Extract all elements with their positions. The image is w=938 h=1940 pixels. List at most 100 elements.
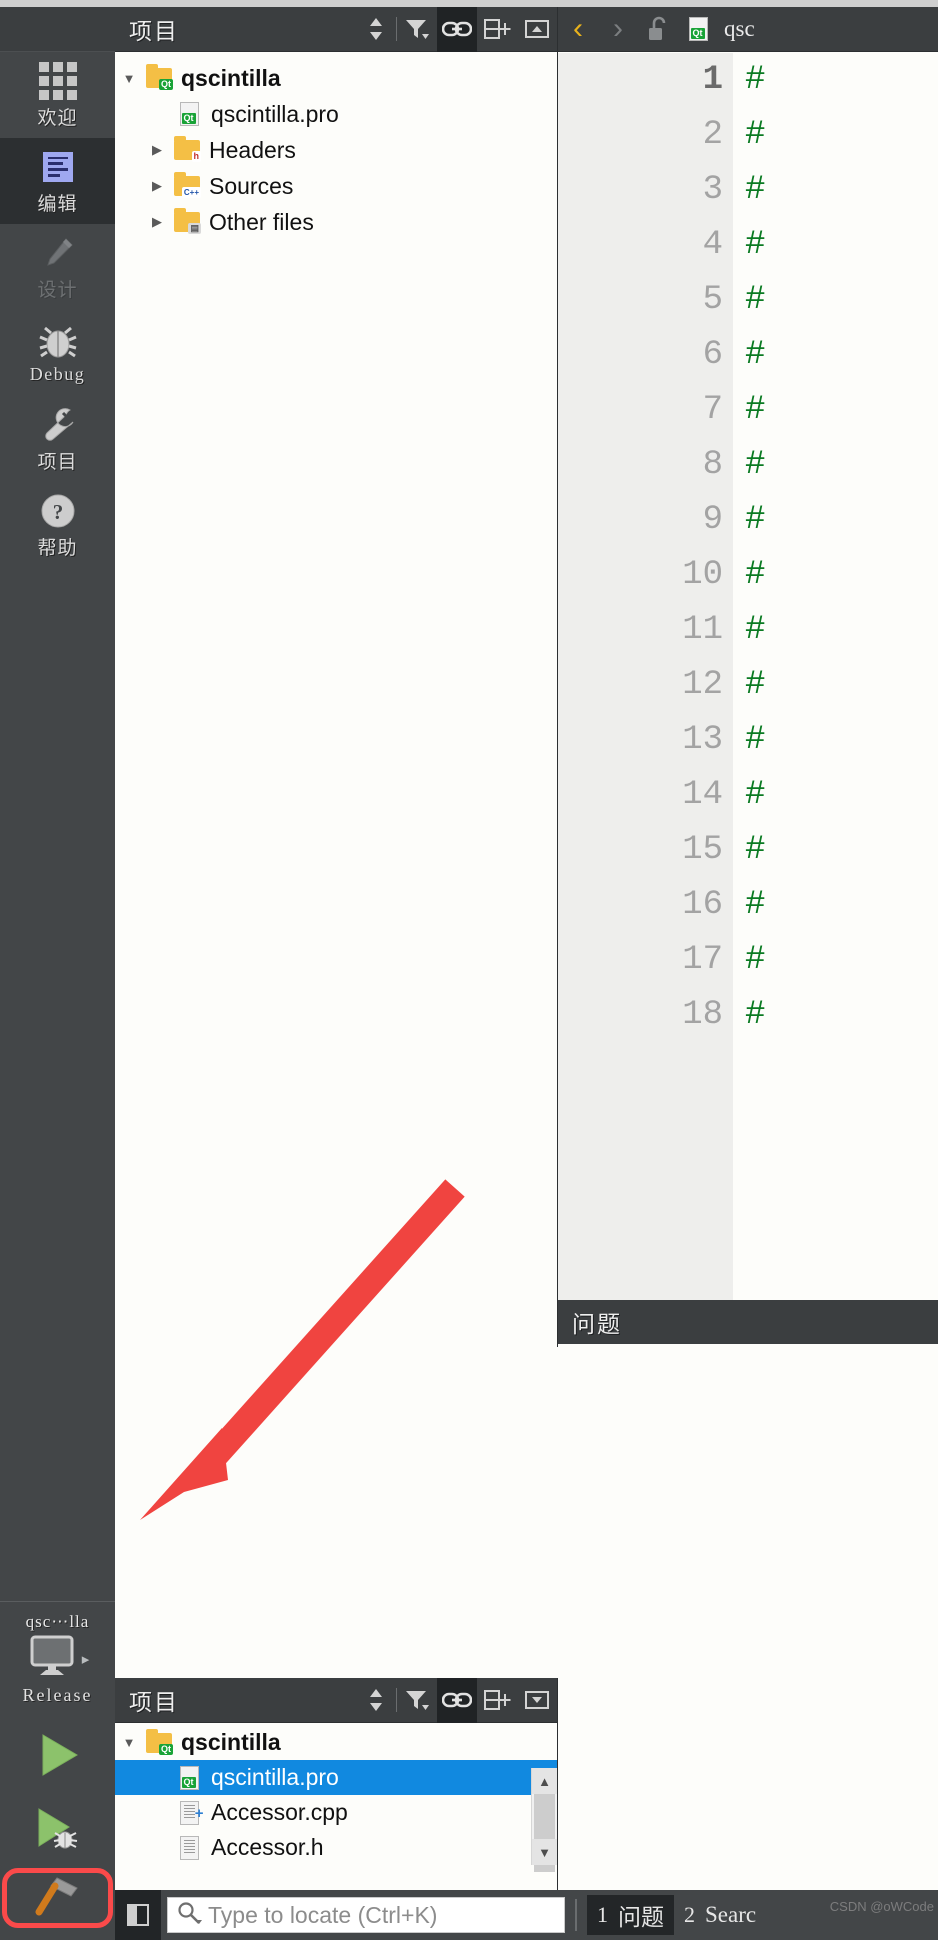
line-number: 7 bbox=[702, 391, 723, 429]
svg-text:?: ? bbox=[52, 500, 63, 524]
green-play-with-bug-icon bbox=[31, 1806, 85, 1857]
line-number: 9 bbox=[702, 501, 723, 539]
code-line: # bbox=[745, 116, 766, 154]
up-down-arrows-icon[interactable] bbox=[356, 1678, 396, 1723]
tree-item-label: Sources bbox=[209, 172, 294, 199]
sidebar-item-projects[interactable]: 项目 bbox=[0, 396, 115, 482]
tree-item-pro-file[interactable]: Qt qscintilla.pro bbox=[115, 1760, 557, 1795]
line-number: 13 bbox=[682, 721, 723, 759]
file-cpp-icon: + bbox=[173, 1800, 205, 1825]
scroll-up-button[interactable]: ▲ bbox=[532, 1768, 557, 1794]
watermark: CSDN @oWCode bbox=[829, 1899, 934, 1914]
chevron-down-icon[interactable]: ▼ bbox=[115, 71, 143, 86]
sidebar-item-welcome[interactable]: 欢迎 bbox=[0, 52, 115, 138]
editor-toolbar: ‹ › Qt qsc bbox=[558, 7, 938, 52]
line-number: 12 bbox=[682, 666, 723, 704]
debug-button[interactable] bbox=[0, 1794, 115, 1868]
code-line: # bbox=[745, 336, 766, 374]
chain-link-icon[interactable] bbox=[437, 1677, 477, 1723]
code-line: # bbox=[745, 886, 766, 924]
up-down-arrows-icon[interactable] bbox=[356, 7, 396, 52]
code-line: # bbox=[745, 281, 766, 319]
sidebar-item-design[interactable]: 设计 bbox=[0, 224, 115, 310]
search-input[interactable]: Type to locate (Ctrl+K) bbox=[167, 1897, 565, 1933]
line-number: 17 bbox=[682, 941, 723, 979]
statusbar-pane-issues[interactable]: 1 问题 bbox=[587, 1895, 674, 1935]
filter-funnel-icon[interactable] bbox=[397, 1678, 437, 1723]
split-plus-icon[interactable] bbox=[477, 7, 517, 52]
sidebar-item-edit[interactable]: 编辑 bbox=[0, 138, 115, 224]
line-number: 4 bbox=[702, 226, 723, 264]
code-line: # bbox=[745, 446, 766, 484]
chevron-down-icon[interactable]: ▼ bbox=[115, 1735, 143, 1750]
code-line: # bbox=[745, 721, 766, 759]
close-split-icon[interactable] bbox=[517, 7, 557, 52]
close-split-icon[interactable] bbox=[517, 1678, 557, 1723]
kit-project-name: qsc⋯lla bbox=[25, 1612, 90, 1631]
statusbar-pane-search[interactable]: 2 Searc bbox=[674, 1895, 766, 1935]
sidebar-item-label: Debug bbox=[29, 363, 86, 384]
project-tree: ▼ Qt qscintilla Qt qscintilla.pro ▶ h He… bbox=[115, 52, 557, 240]
filter-funnel-icon[interactable] bbox=[397, 7, 437, 52]
sidebar-toggle-icon[interactable] bbox=[115, 1890, 161, 1940]
line-number: 1 bbox=[702, 61, 723, 99]
line-number: 2 bbox=[702, 116, 723, 154]
tree-item-label: Accessor.h bbox=[211, 1834, 324, 1860]
folder-h-icon: h bbox=[171, 136, 203, 162]
scroll-down-button[interactable]: ▼ bbox=[532, 1839, 557, 1865]
tree-item-label: qscintilla.pro bbox=[211, 100, 339, 127]
mode-selector-sidebar: 欢迎 编辑 设计 Debug 项目 ? 帮助 qsc⋯lla ▸ Release bbox=[0, 7, 115, 1940]
code-lines[interactable]: # # # # # # # # # # # # # # # # # # bbox=[733, 53, 938, 1300]
code-editor: ‹ › Qt qsc 1 2 3 4 5 6 7 8 9 10 11 12 13… bbox=[558, 7, 938, 1300]
chevron-right-icon[interactable]: ▶ bbox=[143, 214, 171, 230]
code-area[interactable]: 1 2 3 4 5 6 7 8 9 10 11 12 13 14 15 16 1… bbox=[558, 53, 938, 1300]
line-number: 3 bbox=[702, 171, 723, 209]
folder-cpp-icon: C++ bbox=[171, 172, 203, 198]
chain-link-icon[interactable] bbox=[437, 6, 477, 52]
bug-icon bbox=[38, 322, 77, 362]
folder-other-icon: ▤ bbox=[171, 208, 203, 234]
chevron-right-icon[interactable]: ▶ bbox=[143, 178, 171, 194]
kit-target-row[interactable]: ▸ bbox=[0, 1634, 115, 1683]
project-tree-bottom: ▼ Qt qscintilla Qt qscintilla.pro + Acce… bbox=[115, 1723, 557, 1872]
unlocked-padlock-icon[interactable] bbox=[638, 7, 678, 52]
navigate-back-icon[interactable]: ‹ bbox=[558, 7, 598, 52]
tree-vertical-scrollbar[interactable]: ▲ ▼ bbox=[531, 1768, 557, 1872]
hammer-icon bbox=[31, 1874, 85, 1923]
tree-item-sources[interactable]: ▶ C++ Sources bbox=[115, 168, 557, 204]
project-tree-panel: 项目 ▼ Qt qscintilla Qt qscintilla.pro ▶ h… bbox=[115, 6, 558, 1347]
wrench-icon bbox=[39, 405, 77, 445]
sidebar-item-help[interactable]: ? 帮助 bbox=[0, 482, 115, 568]
tree-item-label: Accessor.cpp bbox=[211, 1799, 348, 1825]
tree-item-project-root[interactable]: ▼ Qt qscintilla bbox=[115, 60, 557, 96]
split-plus-icon[interactable] bbox=[477, 1678, 517, 1723]
sidebar-item-debug[interactable]: Debug bbox=[0, 310, 115, 396]
sidebar-item-label: 编辑 bbox=[37, 193, 78, 215]
tree-item-headers[interactable]: ▶ h Headers bbox=[115, 132, 557, 168]
tree-item-pro-file[interactable]: Qt qscintilla.pro bbox=[115, 96, 557, 132]
editor-tab-name[interactable]: qsc bbox=[718, 16, 755, 42]
tree-item-label: qscintilla bbox=[181, 1729, 281, 1755]
file-qt-pro-icon: Qt bbox=[678, 7, 718, 52]
tree-item-label: Other files bbox=[209, 208, 314, 235]
panel-title: 问题 bbox=[572, 1312, 622, 1337]
statusbar-divider bbox=[575, 1899, 577, 1931]
code-line: # bbox=[745, 666, 766, 704]
tree-item-other-files[interactable]: ▶ ▤ Other files bbox=[115, 204, 557, 240]
chevron-right-icon: ▸ bbox=[81, 1650, 90, 1668]
navigate-forward-icon[interactable]: › bbox=[598, 7, 638, 52]
sidebar-item-label: 帮助 bbox=[37, 537, 78, 559]
chevron-right-icon[interactable]: ▶ bbox=[143, 142, 171, 158]
monitor-icon bbox=[26, 1634, 78, 1683]
tree-item-project-root[interactable]: ▼ Qt qscintilla bbox=[115, 1725, 557, 1760]
file-qt-pro-icon: Qt bbox=[173, 102, 205, 126]
run-button[interactable] bbox=[0, 1720, 115, 1794]
tree-item-accessor-h[interactable]: Accessor.h bbox=[115, 1830, 557, 1865]
green-play-triangle-icon bbox=[33, 1732, 83, 1783]
edit-document-icon bbox=[42, 147, 73, 187]
project-panel-header: 项目 bbox=[115, 6, 557, 52]
issues-panel: 问题 bbox=[558, 1300, 938, 1890]
tree-item-accessor-cpp[interactable]: + Accessor.cpp bbox=[115, 1795, 557, 1830]
line-number: 16 bbox=[682, 886, 723, 924]
build-button[interactable] bbox=[2, 1868, 113, 1928]
